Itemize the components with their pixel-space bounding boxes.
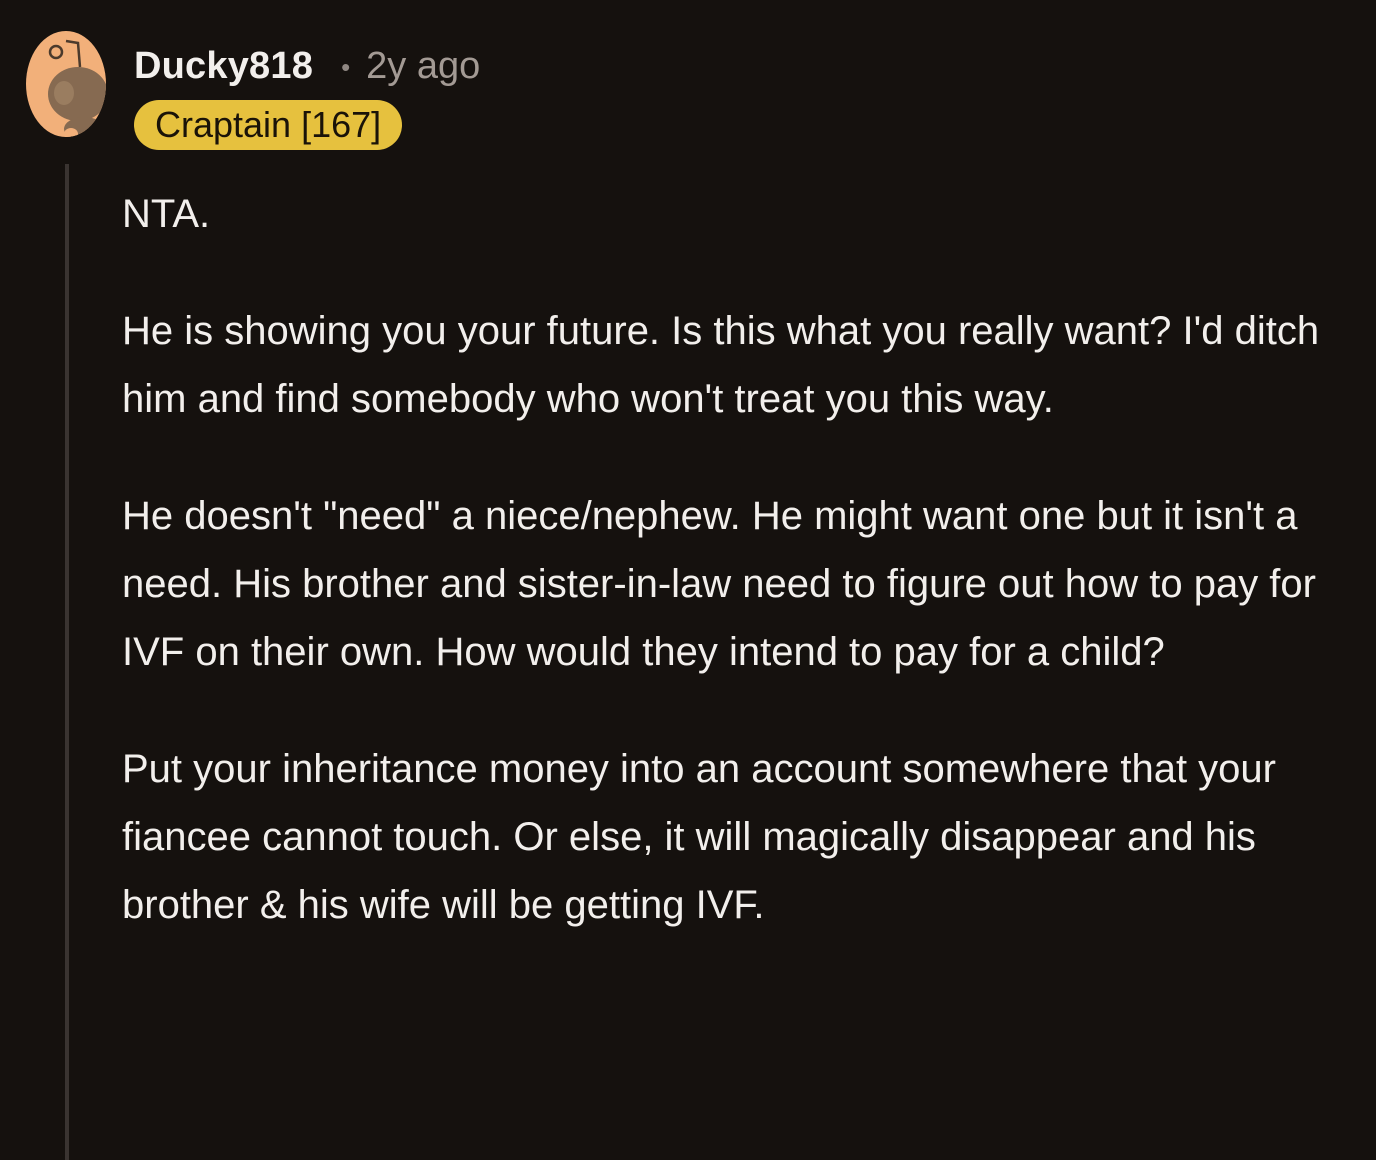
user-avatar[interactable] bbox=[26, 31, 106, 137]
comment-paragraph: Put your inheritance money into an accou… bbox=[122, 747, 1276, 927]
comment-paragraph: NTA. bbox=[122, 192, 211, 236]
comment-paragraph: He is showing you your future. Is this w… bbox=[122, 309, 1320, 421]
comment-paragraph: He doesn't "need" a niece/nephew. He mig… bbox=[122, 494, 1316, 674]
comment-timestamp[interactable]: 2y ago bbox=[366, 45, 480, 88]
comment-body: NTA. He is showing you your future. Is t… bbox=[122, 180, 1342, 939]
snoo-avatar-icon bbox=[26, 31, 106, 137]
meta-separator: • bbox=[341, 51, 351, 82]
comment-author[interactable]: Ducky818 bbox=[134, 45, 313, 88]
comment-header: Ducky818 • 2y ago bbox=[134, 40, 480, 92]
comment: Ducky818 • 2y ago Craptain [167] NTA. He… bbox=[0, 0, 1376, 1160]
user-flair-badge: Craptain [167] bbox=[134, 100, 403, 150]
thread-collapse-line[interactable] bbox=[65, 164, 69, 1160]
